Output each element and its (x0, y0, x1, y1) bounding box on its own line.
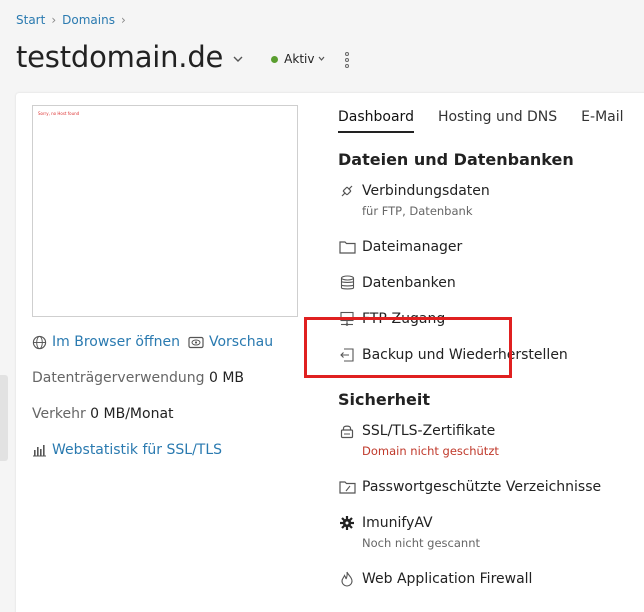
preview-text: Sorry, no Host found (38, 111, 80, 116)
tab-bar: Dashboard Hosting und DNS E-Mail (338, 109, 624, 133)
domain-switcher-chevron-icon[interactable] (233, 52, 243, 67)
preview-label: Vorschau (209, 334, 274, 350)
highlight-box (304, 317, 512, 378)
waf-label: Web Application Firewall (362, 571, 533, 587)
chevron-right-icon: › (120, 13, 126, 27)
connection-data-item[interactable]: Verbindungsdaten für FTP, Datenbank (338, 182, 490, 218)
flame-icon (338, 570, 356, 588)
databases-label: Datenbanken (362, 275, 456, 291)
site-preview-thumbnail[interactable]: Sorry, no Host found (32, 105, 298, 317)
section-title-security: Sicherheit (338, 390, 430, 409)
password-directories-item[interactable]: Passwortgeschützte Verzeichnisse (338, 478, 601, 496)
traffic-label: Verkehr (32, 406, 86, 422)
databases-item[interactable]: Datenbanken (338, 274, 456, 292)
breadcrumb: Start › Domains › (16, 13, 126, 27)
preview-link[interactable]: Vorschau (188, 334, 273, 350)
webstats-label: Webstatistik für SSL/TLS (52, 442, 223, 458)
ssl-certificates-item[interactable]: SSL/TLS-Zertifikate Domain nicht geschüt… (338, 422, 499, 458)
imunifyav-label: ImunifyAV (362, 515, 433, 531)
ssl-certificates-label: SSL/TLS-Zertifikate (362, 423, 496, 439)
disk-usage-value: 0 MB (208, 370, 245, 386)
more-options-icon[interactable] (345, 52, 350, 68)
breadcrumb-domains[interactable]: Domains (62, 13, 115, 27)
title-row: testdomain.de Aktiv (16, 40, 350, 74)
tab-dashboard[interactable]: Dashboard (338, 109, 414, 133)
traffic-value: 0 MB/Monat (90, 406, 174, 422)
disk-usage: Datenträgerverwendung 0 MB (32, 370, 244, 386)
status-label: Aktiv (284, 52, 315, 66)
status-dropdown[interactable]: Aktiv (271, 52, 325, 66)
breadcrumb-start[interactable]: Start (16, 13, 45, 27)
bar-chart-icon (32, 443, 47, 457)
eye-icon (188, 336, 204, 349)
gear-icon (338, 514, 356, 532)
imunifyav-item[interactable]: ImunifyAV Noch nicht gescannt (338, 514, 480, 550)
waf-item[interactable]: Web Application Firewall (338, 570, 532, 588)
folder-icon (338, 238, 356, 256)
ssl-status-warning: Domain nicht geschützt (362, 444, 499, 458)
open-in-browser-link[interactable]: Im Browser öffnen (32, 334, 180, 350)
protected-folder-icon (338, 478, 356, 496)
file-manager-label: Dateimanager (362, 239, 463, 255)
page-title: testdomain.de (16, 40, 224, 74)
database-icon (338, 274, 356, 292)
disk-usage-label: Datenträgerverwendung (32, 370, 205, 386)
tab-email[interactable]: E-Mail (581, 109, 623, 133)
connection-data-label: Verbindungsdaten (362, 183, 490, 199)
side-panel-handle[interactable] (0, 375, 8, 461)
connection-data-sub: für FTP, Datenbank (362, 204, 473, 218)
traffic: Verkehr 0 MB/Monat (32, 406, 174, 422)
globe-icon (32, 335, 47, 350)
password-directories-label: Passwortgeschützte Verzeichnisse (362, 479, 602, 495)
lock-icon (338, 422, 356, 440)
file-manager-item[interactable]: Dateimanager (338, 238, 462, 256)
imunifyav-status: Noch nicht gescannt (362, 536, 480, 550)
section-title-files: Dateien und Datenbanken (338, 150, 574, 169)
chevron-right-icon: › (51, 13, 57, 27)
webstats-link[interactable]: Webstatistik für SSL/TLS (32, 442, 222, 458)
status-dot-icon (271, 55, 279, 63)
plug-icon (338, 182, 356, 200)
chevron-down-icon (318, 54, 325, 64)
tab-hosting-dns[interactable]: Hosting und DNS (438, 109, 557, 133)
open-in-browser-label: Im Browser öffnen (52, 334, 180, 350)
